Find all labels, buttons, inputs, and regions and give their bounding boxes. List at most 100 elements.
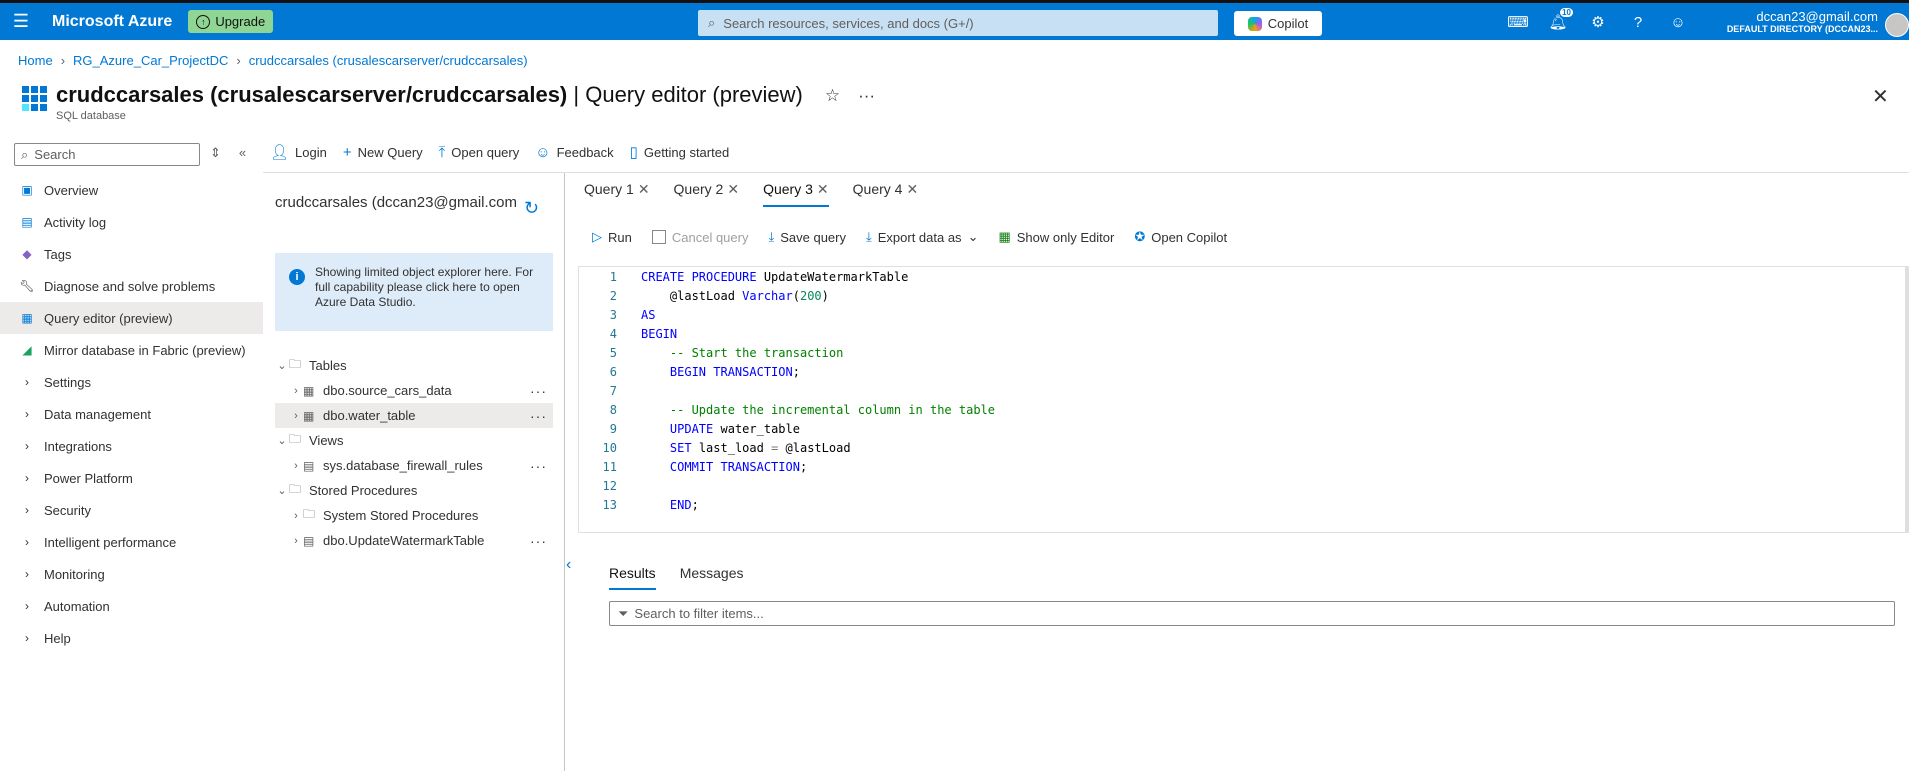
nav-item-intelligent-performance[interactable]: › Intelligent performance xyxy=(0,526,263,558)
global-search-input[interactable]: ⌕ Search resources, services, and docs (… xyxy=(698,10,1218,36)
nav-item-power-platform[interactable]: › Power Platform xyxy=(0,462,263,494)
code-editor[interactable]: 1 CREATE PROCEDURE UpdateWatermarkTable 2… xyxy=(578,266,1909,533)
menu-search-input[interactable]: ⌕ Search xyxy=(14,143,200,166)
nav-item-activity-log[interactable]: ▤ Activity log xyxy=(0,206,263,238)
upgrade-button[interactable]: ↑ Upgrade xyxy=(188,10,274,33)
code-line: 1 CREATE PROCEDURE UpdateWatermarkTable xyxy=(579,267,1905,286)
close-icon[interactable]: ✕ xyxy=(727,181,739,200)
cancel-query-button[interactable]: Cancel query xyxy=(651,230,748,245)
save-query-button[interactable]: ⤓ Save query xyxy=(768,229,846,245)
new-query-label: New Query xyxy=(357,144,423,160)
tab-messages[interactable]: Messages xyxy=(680,565,744,590)
feedback-button[interactable]: ☺ Feedback xyxy=(535,143,613,161)
nav-item-diagnose[interactable]: 🔧︎ Diagnose and solve problems xyxy=(0,270,263,302)
tab-query-1[interactable]: Query 1 ✕ xyxy=(584,181,650,207)
close-icon[interactable]: ✕ xyxy=(1872,84,1889,109)
page-subtitle: SQL database xyxy=(56,110,126,122)
code-line: 7 xyxy=(579,381,1905,400)
login-button[interactable]: 👤︎ Login xyxy=(270,143,327,161)
nav-item-settings[interactable]: › Settings xyxy=(0,366,263,398)
tab-query-3[interactable]: Query 3 ✕ xyxy=(763,181,829,207)
line-number: 2 xyxy=(609,288,617,303)
more-options-icon[interactable]: ··· xyxy=(530,458,547,474)
line-number: 8 xyxy=(609,402,617,417)
nav-item-data-management[interactable]: › Data management xyxy=(0,398,263,430)
export-data-button[interactable]: ⤓ Export data as ⌄ xyxy=(866,229,978,245)
nav-item-automation[interactable]: › Automation xyxy=(0,590,263,622)
code-text: BEGIN xyxy=(641,326,678,341)
results-filter-input[interactable]: ⏷ Search to filter items... xyxy=(609,601,1895,626)
nav-item-tags[interactable]: ◆ Tags xyxy=(0,238,263,270)
more-options-icon[interactable]: ··· xyxy=(530,533,547,549)
breadcrumb-resource-group[interactable]: RG_Azure_Car_ProjectDC xyxy=(73,53,228,68)
feedback-label: Feedback xyxy=(556,144,614,160)
tab-query-2[interactable]: Query 2 ✕ xyxy=(674,181,740,207)
avatar[interactable] xyxy=(1885,13,1909,37)
nav-item-label: Intelligent performance xyxy=(44,534,177,550)
hamburger-menu-icon[interactable]: ☰ xyxy=(0,11,42,32)
chevron-left-icon[interactable]: ‹ xyxy=(566,556,571,574)
tree-node-firewall-rules[interactable]: › ▤ sys.database_firewall_rules ··· xyxy=(275,453,553,478)
nav-item-query-editor[interactable]: ▦ Query editor (preview) xyxy=(0,302,263,334)
open-query-button[interactable]: ⤒ Open query xyxy=(439,143,520,161)
nav-item-mirror-fabric[interactable]: ◢ Mirror database in Fabric (preview) xyxy=(0,334,263,366)
tab-label: Query 3 xyxy=(763,181,813,197)
tab-query-4[interactable]: Query 4 ✕ xyxy=(853,181,919,207)
nav-item-integrations[interactable]: › Integrations xyxy=(0,430,263,462)
code-line: 5 -- Start the transaction xyxy=(579,343,1905,362)
tree-node-system-stored-procedures[interactable]: › 🗀︎ System Stored Procedures xyxy=(275,503,553,528)
code-text: SET last_load = @lastLoad xyxy=(669,440,851,455)
line-number: 6 xyxy=(609,364,617,379)
nav-item-security[interactable]: › Security xyxy=(0,494,263,526)
tree-node-stored-procedures[interactable]: ⌄ 🗀︎ Stored Procedures xyxy=(275,478,553,503)
breadcrumb-database[interactable]: crudccarsales (crusalescarserver/crudcca… xyxy=(249,53,528,68)
pane-splitter[interactable] xyxy=(564,173,565,771)
object-explorer-tree: ⌄ 🗀︎ Tables › ▦ dbo.source_cars_data ··· › ▦ db… xyxy=(275,353,553,553)
notifications-bell-icon[interactable]: 🔔︎ 10 xyxy=(1548,8,1573,33)
tree-node-label: sys.database_firewall_rules xyxy=(323,458,483,473)
page-title-main: crudccarsales (crusalescarserver/crudcca… xyxy=(56,82,568,107)
help-icon[interactable]: ? xyxy=(1628,11,1648,33)
breadcrumb-home[interactable]: Home xyxy=(18,53,53,68)
close-icon[interactable]: ✕ xyxy=(906,181,918,200)
close-icon[interactable]: ✕ xyxy=(638,181,650,200)
more-options-icon[interactable]: ··· xyxy=(858,86,875,106)
stop-icon xyxy=(651,230,666,244)
new-query-button[interactable]: + New Query xyxy=(343,143,423,161)
tree-node-water-table[interactable]: › ▦ dbo.water_table ··· xyxy=(275,403,553,428)
tab-results[interactable]: Results xyxy=(609,565,656,590)
more-options-icon[interactable]: ··· xyxy=(530,383,547,399)
nav-item-monitoring[interactable]: › Monitoring xyxy=(0,558,263,590)
getting-started-button[interactable]: ▯ Getting started xyxy=(630,143,730,161)
refresh-icon[interactable]: ↻ xyxy=(524,198,539,219)
info-banner[interactable]: i Showing limited object explorer here. … xyxy=(275,253,553,331)
collapse-menu-icon[interactable]: « xyxy=(239,145,246,161)
star-icon[interactable]: ☆ xyxy=(825,86,840,106)
page-header: crudccarsales (crusalescarserver/crudcca… xyxy=(18,82,875,122)
tree-node-views[interactable]: ⌄ 🗀︎ Views xyxy=(275,428,553,453)
tree-node-tables[interactable]: ⌄ 🗀︎ Tables xyxy=(275,353,553,378)
settings-gear-icon[interactable]: ⚙ xyxy=(1588,11,1608,33)
person-icon: 👤︎ xyxy=(270,144,290,161)
open-copilot-label: Open Copilot xyxy=(1151,229,1228,245)
cloud-shell-icon[interactable]: ⌨ xyxy=(1507,11,1529,33)
chevron-right-icon: › xyxy=(294,459,298,472)
notifications-badge: 10 xyxy=(1560,8,1573,17)
brand-title[interactable]: Microsoft Azure xyxy=(52,13,172,31)
expand-collapse-icon[interactable]: ⇕ xyxy=(210,145,221,161)
run-button[interactable]: ▷ Run xyxy=(592,229,632,245)
nav-item-label: Integrations xyxy=(44,438,112,454)
close-icon[interactable]: ✕ xyxy=(817,181,829,198)
feedback-icon[interactable]: ☺ xyxy=(1668,11,1688,33)
line-number: 3 xyxy=(609,307,617,322)
nav-item-help[interactable]: › Help xyxy=(0,622,263,654)
more-options-icon[interactable]: ··· xyxy=(530,408,547,424)
tree-node-source-cars-data[interactable]: › ▦ dbo.source_cars_data ··· xyxy=(275,378,553,403)
nav-item-overview[interactable]: ▣ Overview xyxy=(0,174,263,206)
copilot-button[interactable]: Copilot xyxy=(1234,11,1322,36)
explorer-header: crudccarsales (dccan23@gmail.com xyxy=(275,194,517,211)
tree-node-update-watermark-table[interactable]: › ▤ dbo.UpdateWatermarkTable ··· xyxy=(275,528,553,553)
account-info[interactable]: dccan23@gmail.com DEFAULT DIRECTORY (DCC… xyxy=(1710,9,1878,34)
open-copilot-button[interactable]: ✪ Open Copilot xyxy=(1134,229,1227,245)
show-only-editor-button[interactable]: ▦ Show only Editor xyxy=(998,229,1114,245)
